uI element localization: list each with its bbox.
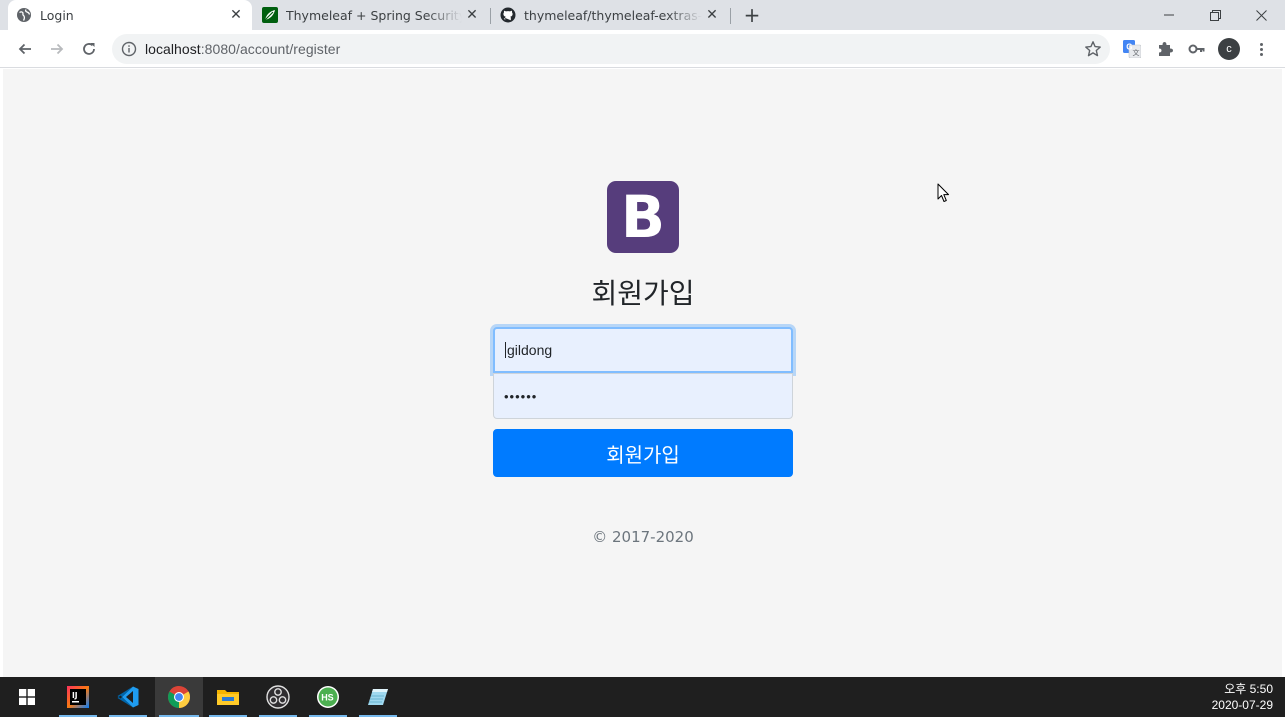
bootstrap-logo: B bbox=[607, 181, 679, 253]
password-value: •••••• bbox=[504, 388, 538, 404]
key-icon[interactable] bbox=[1187, 39, 1207, 59]
info-icon[interactable] bbox=[121, 41, 137, 57]
windows-logo-icon bbox=[19, 689, 35, 705]
taskbar-heidisql[interactable]: HS bbox=[305, 677, 351, 717]
browser-menu-icon[interactable] bbox=[1252, 38, 1270, 60]
register-submit-button[interactable]: 회원가입 bbox=[493, 429, 793, 477]
tab-title: Thymeleaf + Spring Security integration … bbox=[286, 7, 462, 23]
arrow-left-icon bbox=[18, 43, 31, 55]
minimize-button[interactable] bbox=[1146, 0, 1192, 30]
username-value: gildong bbox=[507, 342, 553, 358]
windows-start-button[interactable] bbox=[4, 677, 50, 717]
close-tab-icon[interactable]: ✕ bbox=[226, 5, 246, 25]
username-input[interactable]: gildong bbox=[493, 327, 793, 373]
google-translate-extension-icon[interactable]: G文 bbox=[1122, 39, 1142, 59]
page-title: 회원가입 bbox=[591, 277, 695, 310]
url-path: :8080/account/register bbox=[200, 41, 341, 57]
svg-text:IJ: IJ bbox=[72, 691, 78, 700]
globe-icon bbox=[16, 7, 32, 23]
intellij-icon: IJ bbox=[67, 686, 89, 708]
heidisql-icon: HS bbox=[317, 686, 339, 708]
taskbar-intellij[interactable]: IJ bbox=[55, 677, 101, 717]
tab-separator bbox=[730, 8, 731, 24]
taskbar-chrome[interactable] bbox=[155, 677, 203, 717]
tab-title: thymeleaf/thymeleaf-extras-springsecurit… bbox=[524, 7, 702, 23]
taskbar-vscode[interactable] bbox=[105, 677, 151, 717]
obs-icon bbox=[266, 685, 290, 709]
arrow-right-icon bbox=[51, 43, 64, 55]
text-caret bbox=[505, 342, 506, 358]
tab-strip: Login ✕ Thymeleaf + Spring Security inte… bbox=[0, 0, 1285, 30]
tab-thymeleaf-spring-security[interactable]: Thymeleaf + Spring Security integration … bbox=[254, 0, 488, 30]
taskbar-file-explorer[interactable] bbox=[205, 677, 251, 717]
taskbar-obs[interactable] bbox=[255, 677, 301, 717]
system-clock[interactable]: 오후 5:50 2020-07-29 bbox=[1212, 681, 1273, 713]
tab-title: Login bbox=[40, 7, 74, 23]
restore-button[interactable] bbox=[1192, 0, 1238, 30]
reload-button[interactable] bbox=[75, 35, 103, 63]
thymeleaf-leaf-icon bbox=[262, 7, 278, 23]
tab-separator bbox=[490, 8, 491, 24]
github-icon bbox=[500, 7, 516, 23]
mouse-pointer-icon bbox=[937, 183, 949, 202]
windows-taskbar: IJ HS 오후 5:50 2020-07-29 bbox=[0, 677, 1285, 717]
browser-toolbar: localhost:8080/account/register G文 c bbox=[0, 30, 1285, 68]
clock-date: 2020-07-29 bbox=[1211, 698, 1273, 712]
vscode-icon bbox=[117, 686, 139, 708]
close-window-button[interactable] bbox=[1238, 0, 1284, 30]
bookmark-star-icon[interactable] bbox=[1084, 40, 1102, 58]
close-tab-icon[interactable]: ✕ bbox=[702, 5, 722, 25]
chrome-icon bbox=[168, 686, 190, 708]
taskbar-notepad[interactable] bbox=[355, 677, 401, 717]
svg-text:G: G bbox=[1126, 43, 1132, 52]
address-bar[interactable]: localhost:8080/account/register bbox=[112, 34, 1110, 64]
svg-text:文: 文 bbox=[1133, 48, 1140, 57]
profile-avatar[interactable]: c bbox=[1218, 38, 1240, 60]
extensions-puzzle-icon[interactable] bbox=[1155, 39, 1175, 59]
url-host: localhost bbox=[145, 41, 201, 57]
svg-text:HS: HS bbox=[321, 693, 334, 703]
clock-time: 오후 5:50 bbox=[1224, 682, 1273, 696]
back-button[interactable] bbox=[11, 35, 39, 63]
tab-login[interactable]: Login ✕ bbox=[8, 0, 252, 30]
notepad-icon bbox=[368, 689, 388, 705]
new-tab-button[interactable]: + bbox=[740, 3, 764, 27]
close-tab-icon[interactable]: ✕ bbox=[462, 5, 482, 25]
restore-icon bbox=[1209, 9, 1221, 21]
folder-icon bbox=[217, 690, 239, 705]
url-text[interactable]: localhost:8080/account/register bbox=[145, 41, 340, 57]
register-page: B 회원가입 gildong •••••• 회원가입 © 2017-2020 bbox=[3, 69, 1282, 677]
password-input[interactable]: •••••• bbox=[493, 373, 793, 419]
minimize-icon bbox=[1164, 14, 1174, 16]
forward-button[interactable] bbox=[43, 35, 71, 63]
tab-github-thymeleaf-extras[interactable]: thymeleaf/thymeleaf-extras-springsecurit… bbox=[492, 0, 728, 30]
reload-icon bbox=[83, 43, 95, 55]
close-icon bbox=[1255, 9, 1267, 21]
copyright-text: © 2017-2020 bbox=[592, 528, 694, 546]
